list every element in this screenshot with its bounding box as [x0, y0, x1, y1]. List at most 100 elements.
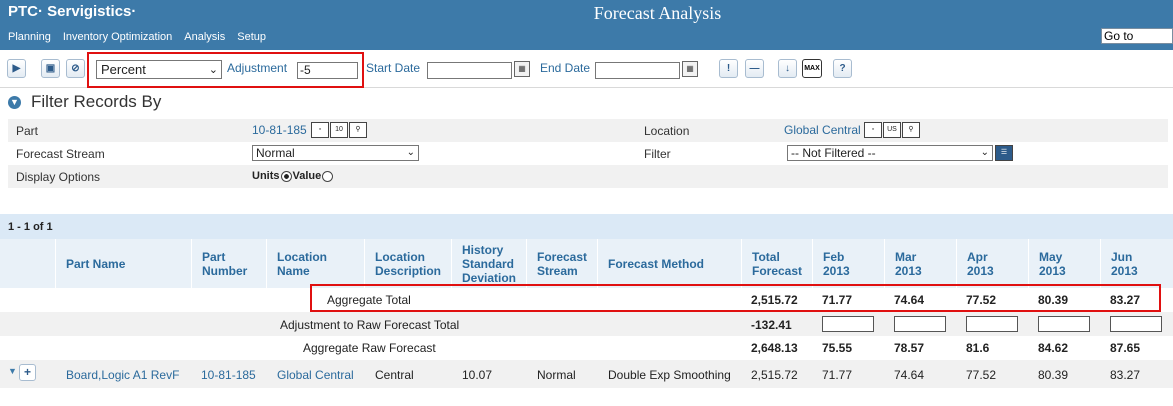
page-title: Forecast Analysis [593, 3, 722, 23]
chevron-down-icon: ⌄ [980, 147, 989, 158]
value-radio[interactable] [322, 170, 334, 182]
col-apr-2013[interactable]: Apr 2013 [956, 239, 1028, 288]
display-options-label: Display Options [16, 170, 101, 184]
units-radio[interactable] [280, 170, 292, 182]
forecast-stream-select[interactable]: Normal ⌄ [252, 145, 419, 161]
filter-value: -- Not Filtered -- [791, 146, 876, 160]
list-icon[interactable]: ▫ [864, 122, 882, 138]
filter-row-display: Display Options Units Value [8, 165, 1168, 188]
part-name-link[interactable]: Board,Logic A1 RevF [66, 368, 179, 382]
raw-apr: 81.6 [966, 341, 990, 355]
filter-title: Filter Records By [31, 92, 162, 111]
adjustment-apr-input[interactable] [966, 316, 1018, 332]
cancel-icon: ⊘ [71, 63, 80, 74]
download-button[interactable]: ↓ [778, 59, 797, 78]
collapse-icon[interactable]: ▼ [8, 95, 21, 109]
nav-analysis[interactable]: Analysis [184, 31, 225, 43]
filter-select[interactable]: -- Not Filtered -- ⌄ [787, 145, 993, 161]
col-mar-2013[interactable]: Mar 2013 [884, 239, 956, 288]
display-options-group: Units Value [252, 170, 334, 182]
row-mar: 74.64 [894, 368, 925, 382]
goto-input[interactable]: Go to [1101, 28, 1173, 44]
adjustment-row-label: Adjustment to Raw Forecast Total [280, 318, 460, 332]
filter-header[interactable]: ▼ Filter Records By [8, 92, 161, 112]
adjustment-feb-input[interactable] [822, 316, 874, 332]
max-button[interactable]: MAX [802, 59, 822, 78]
search-icon[interactable]: ⚲ [349, 122, 367, 138]
part-link[interactable]: 10-81-185 [252, 123, 307, 137]
us-icon[interactable]: US [883, 122, 901, 138]
adjustment-jun-input[interactable] [1110, 316, 1162, 332]
raw-forecast-row [0, 336, 1173, 360]
col-forecast-stream[interactable]: Forecast Stream [526, 239, 597, 288]
location-name-link[interactable]: Global Central [277, 368, 354, 382]
row-apr: 77.52 [966, 368, 997, 382]
location-label: Location [644, 124, 690, 138]
help-button[interactable]: ? [833, 59, 852, 78]
forecast-method: Double Exp Smoothing [608, 368, 731, 382]
row-total: 2,515.72 [751, 368, 798, 382]
part-number-link[interactable]: 10-81-185 [201, 368, 256, 382]
cancel-button[interactable]: ⊘ [66, 59, 85, 78]
adjustment-mar-input[interactable] [894, 316, 946, 332]
forecast-stream-label: Forecast Stream [16, 147, 105, 161]
minus-icon: — [749, 63, 760, 74]
toolbar: ▶ ▣ ⊘ Percent ⌄ Adjustment -5 Start Date… [0, 50, 1173, 88]
calendar-icon[interactable]: ▦ [514, 61, 530, 77]
filter-row-part: Part 10-81-185 ▫ 10 ⚲ Location Global Ce… [8, 119, 1168, 142]
pagination-count: 1 - 1 of 1 [0, 214, 1173, 239]
raw-forecast-total: 2,648.13 [751, 341, 798, 355]
adjustment-may-input[interactable] [1038, 316, 1090, 332]
row-may: 80.39 [1038, 368, 1069, 382]
nav-planning[interactable]: Planning [8, 31, 51, 43]
row-jun: 83.27 [1110, 368, 1141, 382]
location-description: Central [375, 368, 414, 382]
highlight-box [310, 284, 1161, 312]
history-std-dev: 10.07 [462, 368, 493, 382]
filter-edit-icon[interactable]: ☰ [995, 145, 1013, 161]
exclamation-button[interactable]: ! [719, 59, 738, 78]
col-total-forecast[interactable]: Total Forecast [741, 239, 812, 288]
col-location-description[interactable]: Location Description [364, 239, 451, 288]
run-button[interactable]: ▶ [7, 59, 26, 78]
start-date-input[interactable] [427, 62, 512, 79]
nav-setup[interactable]: Setup [237, 31, 266, 43]
forecast-stream: Normal [537, 368, 576, 382]
col-part-name[interactable]: Part Name [55, 239, 191, 288]
expand-icon[interactable]: ▼ [8, 366, 17, 376]
nav-inventory-optimization[interactable]: Inventory Optimization [63, 31, 172, 43]
highlight-box [87, 52, 364, 88]
units-label: Units [252, 170, 280, 182]
app-header: PTC· Servigistics· Forecast Analysis Pla… [0, 0, 1173, 50]
raw-may: 84.62 [1038, 341, 1069, 355]
col-history-std-dev[interactable]: History Standard Deviation [451, 239, 526, 288]
plus-icon: + [23, 365, 31, 379]
col-location-name[interactable]: Location Name [266, 239, 364, 288]
raw-feb: 75.55 [822, 341, 853, 355]
start-date-label: Start Date [366, 61, 421, 75]
add-button[interactable]: + [19, 364, 36, 381]
col-forecast-method[interactable]: Forecast Method [597, 239, 741, 288]
end-date-label: End Date [540, 61, 591, 75]
main-nav: Planning Inventory Optimization Analysis… [8, 31, 266, 43]
raw-forecast-label: Aggregate Raw Forecast [303, 341, 436, 355]
location-link[interactable]: Global Central [784, 123, 861, 137]
col-part-number[interactable]: Part Number [191, 239, 266, 288]
col-jun-2013[interactable]: Jun 2013 [1100, 239, 1173, 288]
filter-label: Filter [644, 147, 671, 161]
list-icon[interactable]: ▫ [311, 122, 329, 138]
table-header: Part Name Part Number Location Name Locati… [0, 239, 1173, 288]
minus-button[interactable]: — [745, 59, 764, 78]
search-icon[interactable]: ⚲ [902, 122, 920, 138]
calendar-icon[interactable]: ▦ [682, 61, 698, 77]
raw-mar: 78.57 [894, 341, 925, 355]
col-feb-2013[interactable]: Feb 2013 [812, 239, 884, 288]
value-label: Value [292, 170, 322, 182]
play-icon: ▶ [12, 63, 21, 74]
filter-row-stream: Forecast Stream Normal ⌄ Filter -- Not F… [8, 142, 1168, 165]
save-button[interactable]: ▣ [41, 59, 60, 78]
col-may-2013[interactable]: May 2013 [1028, 239, 1100, 288]
download-icon: ↓ [785, 63, 790, 74]
id-icon[interactable]: 10 [330, 122, 348, 138]
end-date-input[interactable] [595, 62, 680, 79]
